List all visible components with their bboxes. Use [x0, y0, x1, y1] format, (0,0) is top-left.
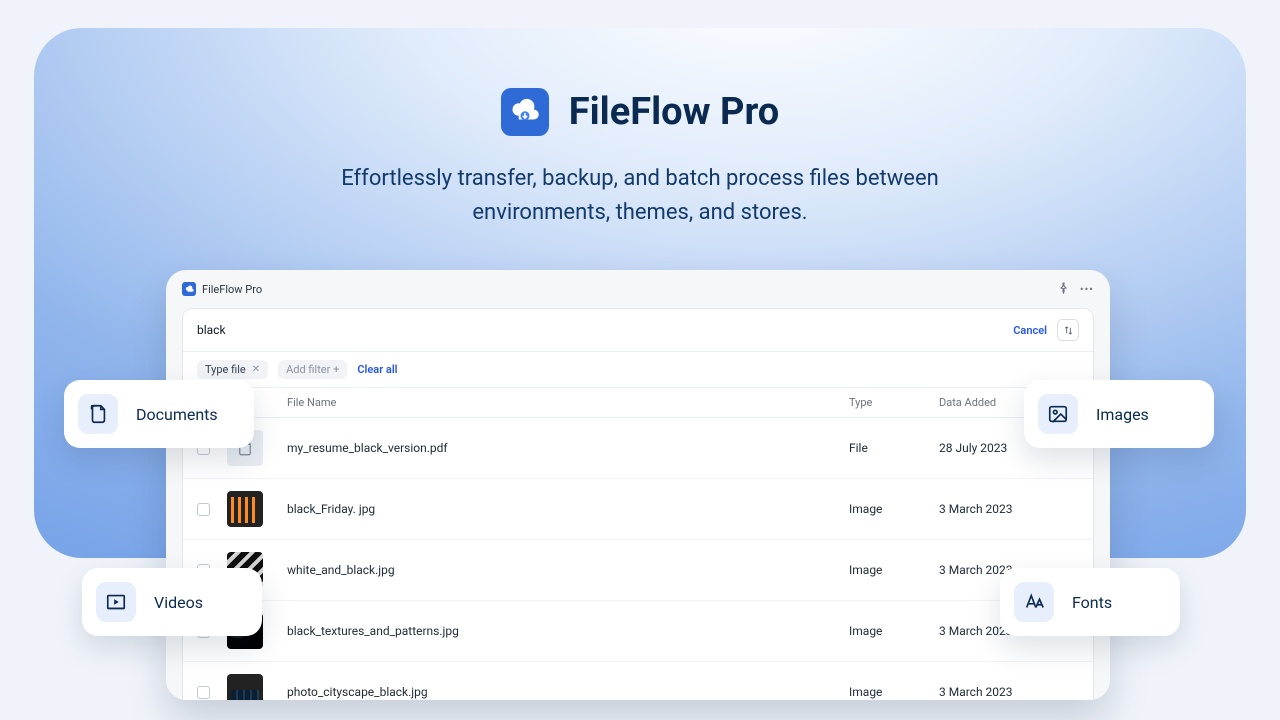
- clear-all-button[interactable]: Clear all: [357, 363, 397, 376]
- app-content: black Cancel Type file✕ Add filter + Cle…: [182, 308, 1094, 700]
- table-row[interactable]: white_and_black.jpgImage3 March 2023: [183, 540, 1093, 601]
- col-type[interactable]: Type: [849, 396, 939, 409]
- chip-label: Videos: [154, 593, 203, 612]
- col-filename[interactable]: File Name: [287, 396, 849, 409]
- chip-label: Fonts: [1072, 593, 1112, 612]
- table-row[interactable]: my_resume_black_version.pdfFile28 July 2…: [183, 418, 1093, 479]
- file-name: my_resume_black_version.pdf: [287, 441, 849, 455]
- tagline: Effortlessly transfer, backup, and batch…: [0, 162, 1280, 230]
- images-icon: [1038, 394, 1078, 434]
- table-row[interactable]: black_Friday. jpgImage3 March 2023: [183, 479, 1093, 540]
- file-name: black_textures_and_patterns.jpg: [287, 624, 849, 638]
- more-icon[interactable]: •••: [1080, 283, 1094, 296]
- app-title: FileFlow Pro: [202, 283, 262, 296]
- file-type: Image: [849, 685, 939, 699]
- documents-icon: [78, 394, 118, 434]
- file-thumbnail: [227, 491, 263, 527]
- add-filter-button[interactable]: Add filter +: [278, 360, 347, 379]
- file-type: Image: [849, 502, 939, 516]
- file-name: photo_cityscape_black.jpg: [287, 685, 849, 699]
- category-chip-videos[interactable]: Videos: [82, 568, 262, 636]
- cancel-button[interactable]: Cancel: [1013, 324, 1047, 337]
- app-window: FileFlow Pro ••• black Cancel Type file: [166, 270, 1110, 700]
- file-date: 3 March 2023: [939, 502, 1079, 516]
- row-checkbox[interactable]: [197, 503, 210, 516]
- category-chip-documents[interactable]: Documents: [64, 380, 254, 448]
- filter-chip-type[interactable]: Type file✕: [197, 360, 268, 379]
- file-name: white_and_black.jpg: [287, 563, 849, 577]
- search-input[interactable]: black: [197, 323, 1013, 337]
- sort-button[interactable]: [1057, 319, 1079, 341]
- product-header: FileFlow Pro: [0, 88, 1280, 136]
- fonts-icon: [1014, 582, 1054, 622]
- table-header: File Name Type Data Added: [183, 388, 1093, 418]
- pin-icon[interactable]: [1058, 282, 1070, 297]
- file-type: Image: [849, 624, 939, 638]
- app-logo-icon: [182, 282, 196, 296]
- file-date: 3 March 2023: [939, 685, 1079, 699]
- close-icon[interactable]: ✕: [252, 364, 260, 375]
- file-thumbnail: [227, 674, 263, 700]
- table-row[interactable]: black_textures_and_patterns.jpgImage3 Ma…: [183, 601, 1093, 662]
- product-logo-icon: [501, 88, 549, 136]
- row-checkbox[interactable]: [197, 686, 210, 699]
- product-name: FileFlow Pro: [569, 90, 780, 134]
- chip-label: Images: [1096, 405, 1149, 424]
- file-type: File: [849, 441, 939, 455]
- chip-label: Documents: [136, 405, 218, 424]
- category-chip-fonts[interactable]: Fonts: [1000, 568, 1180, 636]
- table-row[interactable]: photo_cityscape_black.jpgImage3 March 20…: [183, 662, 1093, 700]
- file-name: black_Friday. jpg: [287, 502, 849, 516]
- videos-icon: [96, 582, 136, 622]
- category-chip-images[interactable]: Images: [1024, 380, 1214, 448]
- file-type: Image: [849, 563, 939, 577]
